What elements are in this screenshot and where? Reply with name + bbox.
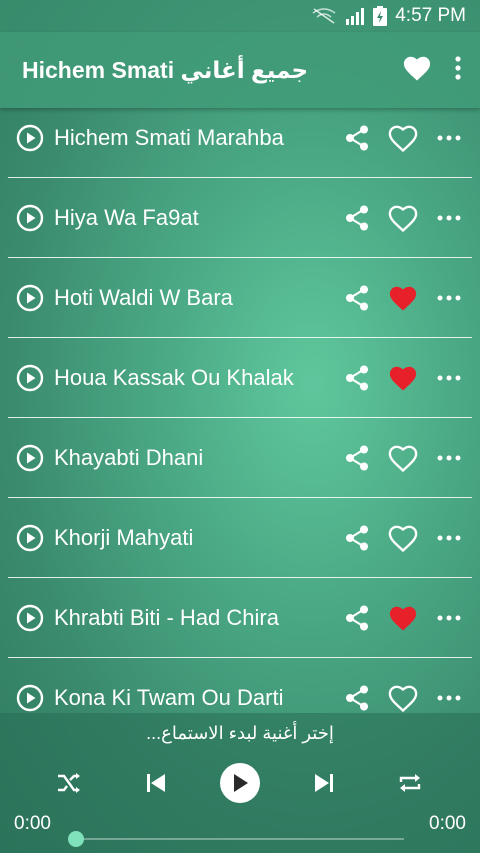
share-icon[interactable]	[334, 678, 380, 714]
heart-outline-icon[interactable]	[380, 118, 426, 158]
more-horiz-icon[interactable]	[426, 438, 472, 478]
heart-filled-icon[interactable]	[380, 598, 426, 638]
share-icon[interactable]	[334, 118, 380, 158]
song-title[interactable]: Houa Kassak Ou Khalak	[54, 365, 334, 391]
favorites-heart-icon[interactable]	[402, 54, 432, 87]
more-horiz-icon[interactable]	[426, 598, 472, 638]
song-title[interactable]: Hichem Smati Marahba	[54, 125, 334, 151]
previous-icon[interactable]	[144, 771, 168, 795]
song-row[interactable]: Hiya Wa Fa9at	[8, 178, 472, 258]
app-title: Hichem Smati جميع أغاني	[22, 56, 309, 83]
song-title[interactable]: Hoti Waldi W Bara	[54, 285, 334, 311]
player-panel: إختر أغنية لبدء الاستماع... 0:00 0:00	[0, 713, 480, 853]
song-row[interactable]: Hoti Waldi W Bara	[8, 258, 472, 338]
heart-outline-icon[interactable]	[380, 518, 426, 558]
share-icon[interactable]	[334, 358, 380, 398]
play-circle-icon[interactable]	[16, 204, 44, 232]
song-row[interactable]: Khayabti Dhani	[8, 418, 472, 498]
song-row[interactable]: Houa Kassak Ou Khalak	[8, 338, 472, 418]
battery-icon	[373, 6, 388, 26]
play-circle-icon[interactable]	[16, 124, 44, 152]
more-horiz-icon[interactable]	[426, 518, 472, 558]
status-time: 4:57 PM	[395, 5, 466, 26]
app-bar: Hichem Smati جميع أغاني	[0, 32, 480, 108]
song-title[interactable]: Khayabti Dhani	[54, 445, 334, 471]
share-icon[interactable]	[334, 278, 380, 318]
song-title[interactable]: Kona Ki Twam Ou Darti	[54, 685, 334, 711]
next-icon[interactable]	[312, 771, 336, 795]
song-row[interactable]: Hichem Smati Marahba	[8, 100, 472, 178]
play-circle-icon[interactable]	[16, 364, 44, 392]
current-time: 0:00	[14, 813, 51, 834]
share-icon[interactable]	[334, 598, 380, 638]
player-prompt: إختر أغنية لبدء الاستماع...	[146, 723, 334, 743]
signal-icon	[345, 7, 365, 25]
repeat-icon[interactable]	[397, 771, 423, 795]
song-row[interactable]: Khorji Mahyati	[8, 498, 472, 578]
wifi-off-icon	[311, 7, 337, 25]
more-horiz-icon[interactable]	[426, 278, 472, 318]
play-circle-icon[interactable]	[16, 444, 44, 472]
play-circle-icon[interactable]	[16, 524, 44, 552]
more-horiz-icon[interactable]	[426, 118, 472, 158]
song-title[interactable]: Khrabti Biti - Had Chira	[54, 605, 334, 631]
play-icon	[231, 773, 249, 793]
status-bar: 4:57 PM	[0, 0, 480, 32]
heart-filled-icon[interactable]	[380, 278, 426, 318]
song-row[interactable]: Khrabti Biti - Had Chira	[8, 578, 472, 658]
more-vert-icon[interactable]	[454, 55, 462, 85]
player-controls	[0, 763, 480, 807]
heart-outline-icon[interactable]	[380, 438, 426, 478]
song-list: Hichem Smati Marahba Hiya Wa Fa9at Hoti Wa…	[0, 100, 480, 713]
more-horiz-icon[interactable]	[426, 198, 472, 238]
song-title[interactable]: Khorji Mahyati	[54, 525, 334, 551]
song-row[interactable]: Kona Ki Twam Ou Darti	[8, 658, 472, 713]
play-circle-icon[interactable]	[16, 284, 44, 312]
share-icon[interactable]	[334, 198, 380, 238]
progress-track[interactable]	[76, 838, 404, 840]
share-icon[interactable]	[334, 518, 380, 558]
play-button[interactable]	[220, 763, 260, 803]
heart-outline-icon[interactable]	[380, 678, 426, 714]
play-circle-icon[interactable]	[16, 604, 44, 632]
song-title[interactable]: Hiya Wa Fa9at	[54, 205, 334, 231]
heart-filled-icon[interactable]	[380, 358, 426, 398]
heart-outline-icon[interactable]	[380, 198, 426, 238]
progress-thumb[interactable]	[68, 831, 84, 847]
play-circle-icon[interactable]	[16, 684, 44, 712]
total-time: 0:00	[429, 813, 466, 834]
more-horiz-icon[interactable]	[426, 678, 472, 714]
more-horiz-icon[interactable]	[426, 358, 472, 398]
share-icon[interactable]	[334, 438, 380, 478]
shuffle-icon[interactable]	[56, 771, 82, 795]
